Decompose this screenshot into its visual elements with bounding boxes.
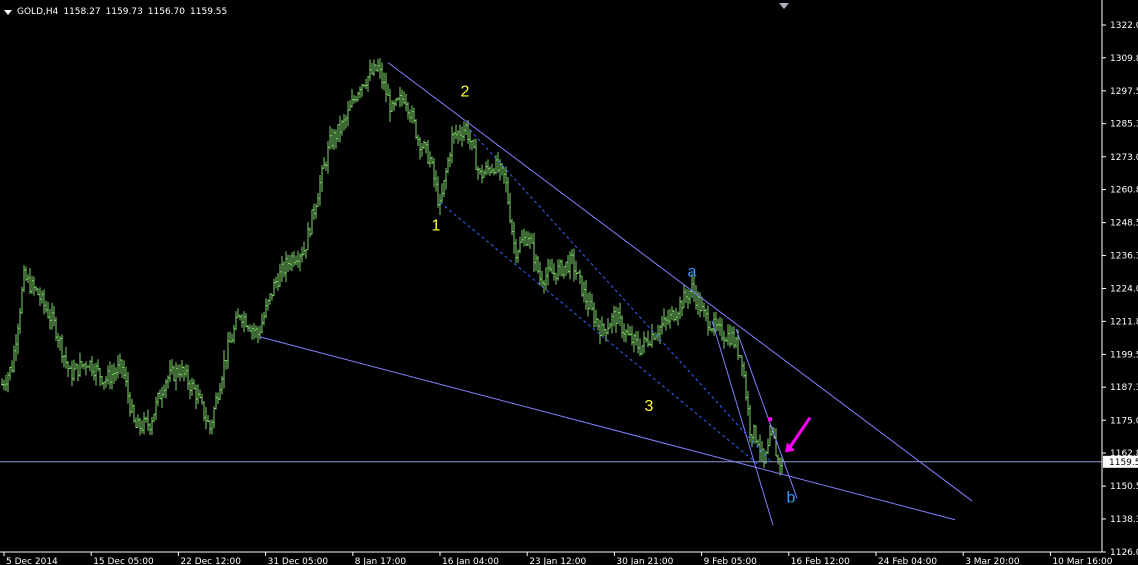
y-tick-label: 1138.3 [1110,515,1138,525]
price-chart[interactable]: 2 1 a 3 b 1322.0 1309.8 1297.5 1285.3 1273.0 1260… [0,0,1138,565]
x-tick-label: 8 Jan 17:00 [355,557,407,565]
symbol-timeframe: GOLD,H4 [17,7,59,17]
x-tick-label: 23 Jan 12:00 [529,557,586,565]
wave-label: a [688,263,697,280]
x-tick-label: 24 Feb 04:00 [878,557,937,565]
y-tick-label: 1199.5 [1110,350,1138,360]
x-tick-label: 9 Feb 05:00 [704,557,758,565]
chart-title-bar: GOLD,H4 1158.27 1159.73 1156.70 1159.55 [4,7,227,17]
x-tick-label: 15 Dec 05:00 [93,557,154,565]
x-tick-label: 30 Jan 21:00 [616,557,673,565]
x-tick-label: 10 Mar 16:00 [1052,557,1112,565]
y-tick-label: 1175.0 [1110,416,1138,426]
chart-menu-triangle-icon[interactable] [4,9,12,15]
y-tick-label: 1236.3 [1110,251,1138,261]
magenta-marker [768,417,772,422]
y-tick-label: 1150.5 [1110,482,1138,492]
x-tick-label: 31 Dec 05:00 [268,557,329,565]
high-value: 1159.73 [105,7,143,17]
low-value: 1156.70 [147,7,186,17]
x-tick-label: 5 Dec 2014 [6,557,58,565]
wave-label: 2 [461,83,470,100]
current-price-label: 1159.5 [1109,458,1138,468]
y-tick-label: 1273.0 [1110,153,1138,163]
y-tick-label: 1297.5 [1110,87,1138,97]
y-tick-label: 1322.0 [1110,21,1138,31]
wave-label: b [787,489,796,506]
y-tick-label: 1224.0 [1110,285,1138,295]
y-tick-label: 1126.0 [1110,548,1138,558]
x-tick-label: 16 Jan 04:00 [442,557,499,565]
chart-background [0,0,1138,565]
open-value: 1158.27 [63,7,101,17]
x-tick-label: 22 Dec 12:00 [180,557,241,565]
x-tick-label: 16 Feb 12:00 [791,557,850,565]
y-tick-label: 1187.3 [1110,383,1138,393]
wave-label: 1 [432,218,441,235]
y-tick-label: 1260.8 [1110,186,1138,196]
wave-label: 3 [645,398,654,415]
y-tick-label: 1248.5 [1110,219,1138,229]
y-tick-label: 1211.8 [1110,317,1138,327]
y-tick-label: 1309.8 [1110,54,1138,64]
x-tick-label: 3 Mar 20:00 [965,557,1020,565]
close-value: 1159.55 [190,7,228,17]
y-tick-label: 1285.3 [1110,120,1138,130]
